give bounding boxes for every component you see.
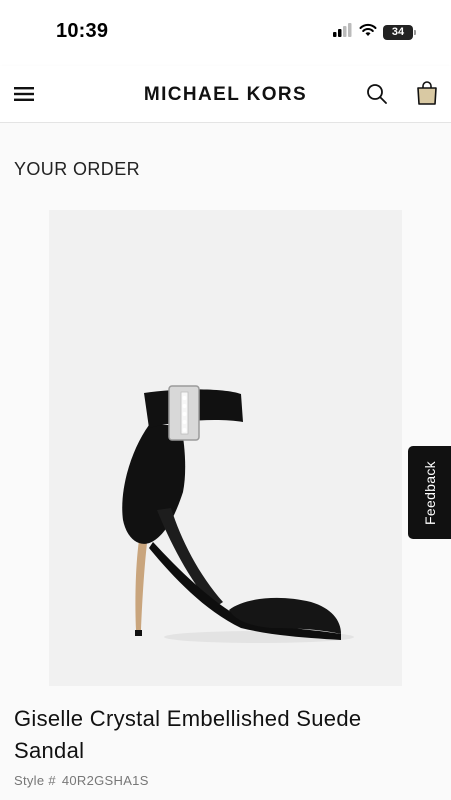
status-bar: 10:39 34 bbox=[0, 0, 451, 66]
product-image[interactable] bbox=[49, 210, 402, 686]
section-title: YOUR ORDER bbox=[14, 159, 141, 179]
order-content: YOUR ORDER Giselle Crystal Embellished S… bbox=[0, 123, 451, 800]
feedback-button[interactable]: Feedback bbox=[408, 446, 451, 539]
product-name[interactable]: Giselle Crystal Embellished Suede Sandal bbox=[14, 703, 414, 767]
style-label: Style # bbox=[14, 773, 56, 788]
feedback-label: Feedback bbox=[421, 460, 438, 525]
page: 10:39 34 MICHAEL KORS YOUR ORDER Giselle… bbox=[0, 0, 451, 800]
product-style: Style # 40R2GSHA1S bbox=[14, 773, 149, 788]
wifi-icon bbox=[359, 23, 377, 42]
shopping-bag-icon[interactable] bbox=[415, 80, 439, 106]
cellular-signal-icon bbox=[333, 22, 353, 42]
site-header: MICHAEL KORS bbox=[0, 66, 451, 123]
search-icon[interactable] bbox=[365, 82, 389, 106]
status-icons: 34 bbox=[333, 22, 416, 42]
battery-icon: 34 bbox=[383, 24, 416, 40]
status-time: 10:39 bbox=[56, 20, 109, 42]
style-number: 40R2GSHA1S bbox=[61, 773, 149, 788]
